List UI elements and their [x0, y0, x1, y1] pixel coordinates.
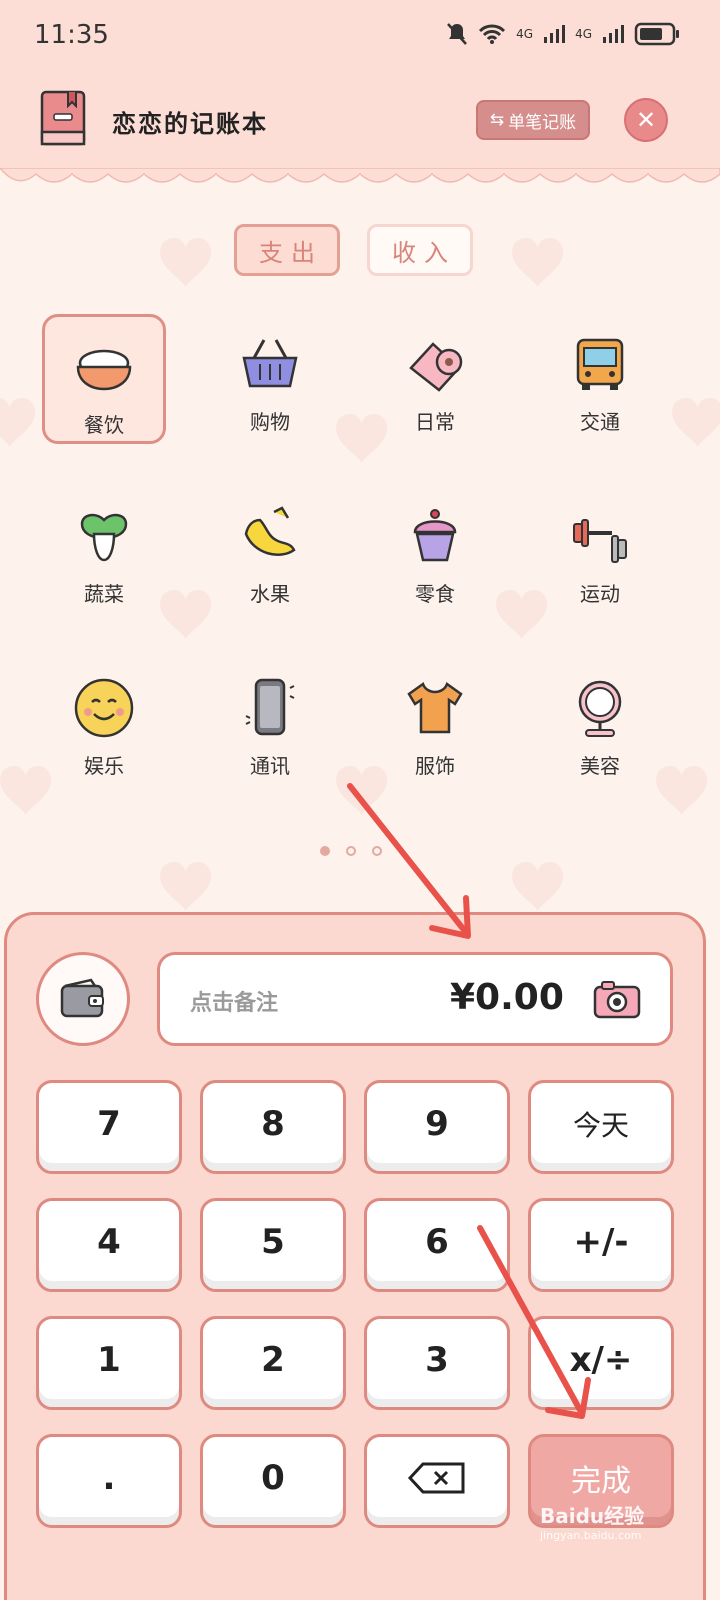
category-label: 服饰 [415, 754, 455, 778]
signal-icon [603, 25, 624, 43]
page-dot[interactable] [372, 846, 382, 856]
key-multiply-divide[interactable]: x/÷ [528, 1316, 674, 1410]
signal-label-1: 4G [516, 27, 534, 41]
category-sports[interactable]: 运动 [538, 486, 662, 616]
signal-icon [544, 25, 566, 43]
close-icon: ✕ [635, 106, 657, 134]
app-title: 恋恋的记账本 [112, 110, 268, 138]
key-7[interactable]: 7 [36, 1080, 182, 1174]
key-plus-minus[interactable]: +/- [528, 1198, 674, 1292]
category-label: 运动 [580, 582, 620, 606]
category-snacks[interactable]: 零食 [373, 486, 497, 616]
key-3[interactable]: 3 [364, 1316, 510, 1410]
category-clothing[interactable]: 服饰 [373, 658, 497, 788]
key-backspace[interactable] [364, 1434, 510, 1528]
category-label: 日常 [415, 410, 455, 434]
watermark: Baidu经验 jingyan.baidu.com [540, 1500, 644, 1542]
tab-expense[interactable]: 支出 [234, 224, 340, 276]
category-label: 餐饮 [84, 413, 124, 437]
key-dot[interactable]: . [36, 1434, 182, 1528]
key-6[interactable]: 6 [364, 1198, 510, 1292]
category-label: 美容 [580, 754, 620, 778]
page-dot[interactable] [346, 846, 356, 856]
rice-bowl-icon [76, 349, 132, 391]
toilet-paper-icon [409, 342, 463, 392]
status-icons: 4G 4G [446, 22, 680, 46]
key-9[interactable]: 9 [364, 1080, 510, 1174]
wallet-button[interactable] [36, 952, 130, 1046]
category-dining[interactable]: 餐饮 [42, 314, 166, 444]
single-entry-label: 单笔记账 [508, 112, 577, 133]
bus-icon [576, 338, 624, 390]
key-0[interactable]: 0 [200, 1434, 346, 1528]
category-label: 零食 [415, 582, 455, 606]
key-2[interactable]: 2 [200, 1316, 346, 1410]
tshirt-icon [407, 681, 463, 734]
watermark-text: Baidu经验 [540, 1504, 645, 1528]
category-shopping[interactable]: 购物 [208, 314, 332, 444]
signal-label-2: 4G [575, 27, 592, 41]
category-label: 水果 [250, 582, 290, 606]
wifi-icon [479, 24, 506, 44]
key-1[interactable]: 1 [36, 1316, 182, 1410]
close-button[interactable]: ✕ [624, 98, 668, 142]
category-label: 蔬菜 [84, 582, 124, 606]
mute-bell-icon [447, 23, 468, 45]
battery-icon [634, 22, 679, 46]
app-header: 11:35 4G 4G 恋恋的记账本 ⇆ 单笔记账 ✕ [0, 0, 720, 170]
phone-icon [245, 678, 295, 736]
category-label: 通讯 [250, 754, 290, 778]
page-indicator [320, 846, 382, 856]
category-telecom[interactable]: 通讯 [208, 658, 332, 788]
single-entry-button[interactable]: ⇆ 单笔记账 [476, 100, 590, 140]
category-label: 购物 [250, 410, 290, 434]
category-entertainment[interactable]: 娱乐 [42, 658, 166, 788]
basket-icon [242, 339, 298, 388]
camera-icon[interactable] [592, 979, 642, 1021]
key-today[interactable]: 今天 [528, 1080, 674, 1174]
key-4[interactable]: 4 [36, 1198, 182, 1292]
category-transport[interactable]: 交通 [538, 314, 662, 444]
category-daily[interactable]: 日常 [373, 314, 497, 444]
category-vegetables[interactable]: 蔬菜 [42, 486, 166, 616]
smiley-icon [74, 678, 134, 738]
banana-icon [244, 506, 296, 556]
note-input[interactable]: 点击备注 [190, 985, 278, 1017]
amount-value: ¥0.00 [450, 977, 564, 1018]
backspace-icon [407, 1462, 465, 1494]
key-5[interactable]: 5 [200, 1198, 346, 1292]
category-fruit[interactable]: 水果 [208, 486, 332, 616]
dumbbell-icon [573, 519, 627, 563]
wallet-icon [60, 978, 104, 1018]
notebook-icon [40, 90, 86, 146]
category-label: 娱乐 [84, 754, 124, 778]
tab-income[interactable]: 收入 [367, 224, 473, 276]
key-8[interactable]: 8 [200, 1080, 346, 1174]
page-dot[interactable] [320, 846, 330, 856]
mirror-icon [578, 680, 622, 737]
watermark-sub: jingyan.baidu.com [540, 1529, 642, 1542]
header-scallop [0, 168, 720, 183]
category-label: 交通 [580, 410, 620, 434]
amount-display[interactable]: 点击备注 ¥0.00 [157, 952, 673, 1046]
cupcake-icon [413, 509, 457, 562]
category-beauty[interactable]: 美容 [538, 658, 662, 788]
vegetable-icon [80, 513, 128, 562]
status-time: 11:35 [34, 20, 109, 50]
swap-icon: ⇆ [489, 110, 505, 130]
